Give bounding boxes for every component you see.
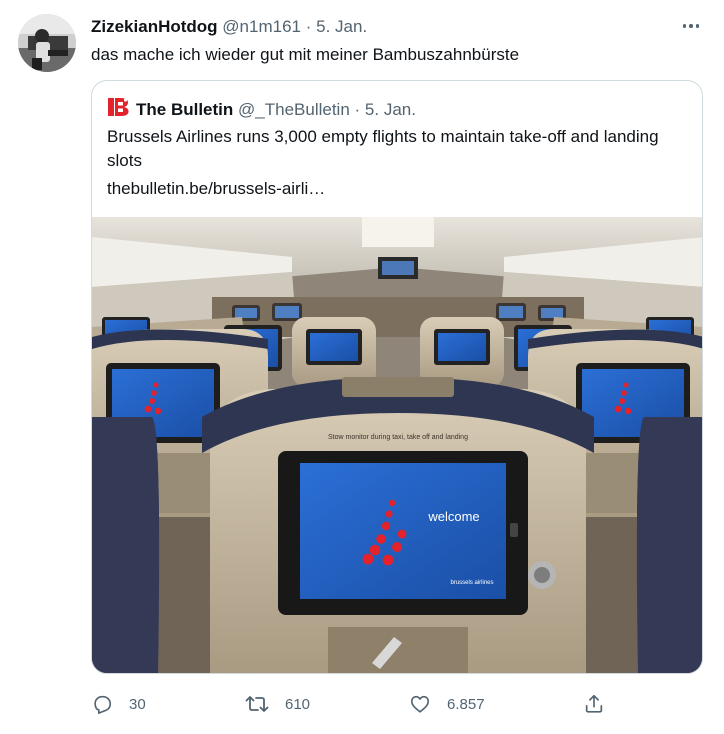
avatar-image: [18, 14, 76, 72]
reply-button[interactable]: 30: [91, 690, 146, 718]
header-separator: ·: [305, 17, 312, 36]
cabin-photo: Stow monitor during taxi, take off and l…: [92, 217, 702, 673]
more-horizontal-icon: [682, 24, 687, 28]
screen-welcome-text: welcome: [427, 509, 479, 524]
like-count: 6.857: [447, 695, 485, 713]
quoted-header-separator: ·: [354, 100, 361, 119]
quoted-tweet-text: Brussels Airlines runs 3,000 empty fligh…: [107, 127, 659, 170]
tweet: ZizekianHotdog @n1m161 · 5. Jan. das mac…: [0, 0, 724, 734]
retweet-icon: [245, 696, 269, 712]
tweet-text: das mache ich wieder gut mit meiner Bamb…: [91, 45, 520, 64]
quoted-tweet-image[interactable]: Stow monitor during taxi, take off and l…: [92, 217, 702, 673]
tweet-header: ZizekianHotdog @n1m161 · 5. Jan.: [91, 16, 367, 38]
quoted-author-handle: @_TheBulletin: [238, 100, 350, 119]
heart-icon: [410, 695, 430, 713]
retweet-count: 610: [285, 695, 311, 713]
tweet-actions: 30 610 6.857: [91, 690, 703, 718]
quoted-author-name: The Bulletin: [136, 100, 234, 119]
author-handle[interactable]: @n1m161: [222, 17, 301, 36]
avatar[interactable]: [18, 14, 76, 72]
bulletin-logo-icon: [106, 97, 130, 117]
tweet-date[interactable]: 5. Jan.: [316, 17, 367, 36]
like-button[interactable]: 6.857: [409, 690, 485, 718]
quoted-tweet-link[interactable]: thebulletin.be/brussels-airli…: [107, 178, 325, 200]
quoted-tweet-card[interactable]: The Bulletin @_TheBulletin · 5. Jan. Bru…: [91, 80, 703, 674]
more-options-button[interactable]: [678, 14, 704, 38]
reply-icon: [94, 695, 112, 714]
reply-count: 30: [129, 695, 146, 713]
author-name[interactable]: ZizekianHotdog: [91, 17, 218, 36]
seat-notice-text: Stow monitor during taxi, take off and l…: [328, 434, 468, 441]
quoted-tweet-date: 5. Jan.: [364, 100, 416, 119]
quoted-tweet-header: The Bulletin @_TheBulletin · 5. Jan.: [136, 99, 416, 121]
retweet-button[interactable]: 610: [245, 690, 310, 718]
share-button[interactable]: [583, 690, 605, 718]
share-icon: [585, 694, 603, 713]
screen-brand-text: brussels airlines: [450, 580, 493, 586]
